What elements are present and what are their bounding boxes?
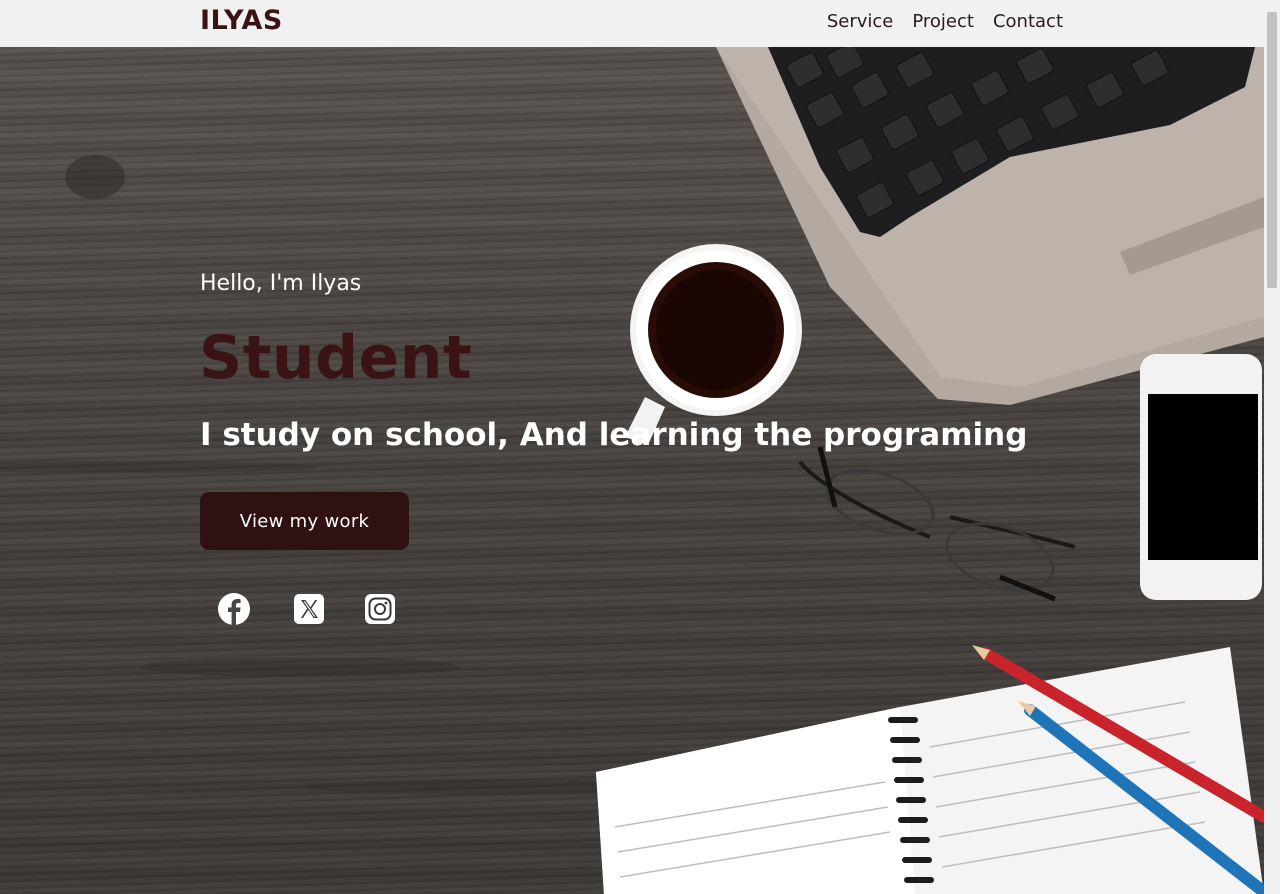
nav-links: Service Project Contact [827, 11, 1063, 32]
view-my-work-button[interactable]: View my work [200, 492, 409, 550]
instagram-icon[interactable] [362, 591, 398, 627]
hero-greeting: Hello, I'm Ilyas [200, 271, 362, 296]
nav-link-project[interactable]: Project [912, 11, 974, 32]
hero-background-image [0, 47, 1264, 894]
page-scrollbar[interactable] [1264, 0, 1280, 894]
hero-role-title: Student [199, 323, 473, 393]
facebook-icon[interactable] [216, 591, 252, 627]
hero-section: Hello, I'm Ilyas Student I study on scho… [0, 47, 1264, 894]
hero-tagline: I study on school, And learning the prog… [200, 417, 1028, 453]
x-twitter-icon[interactable] [291, 591, 327, 627]
nav-link-contact[interactable]: Contact [993, 11, 1063, 32]
brand-logo[interactable]: ILYAS [200, 5, 283, 36]
scrollbar-thumb[interactable] [1267, 12, 1277, 288]
nav-link-service[interactable]: Service [827, 11, 894, 32]
navbar: ILYAS Service Project Contact [0, 0, 1264, 47]
